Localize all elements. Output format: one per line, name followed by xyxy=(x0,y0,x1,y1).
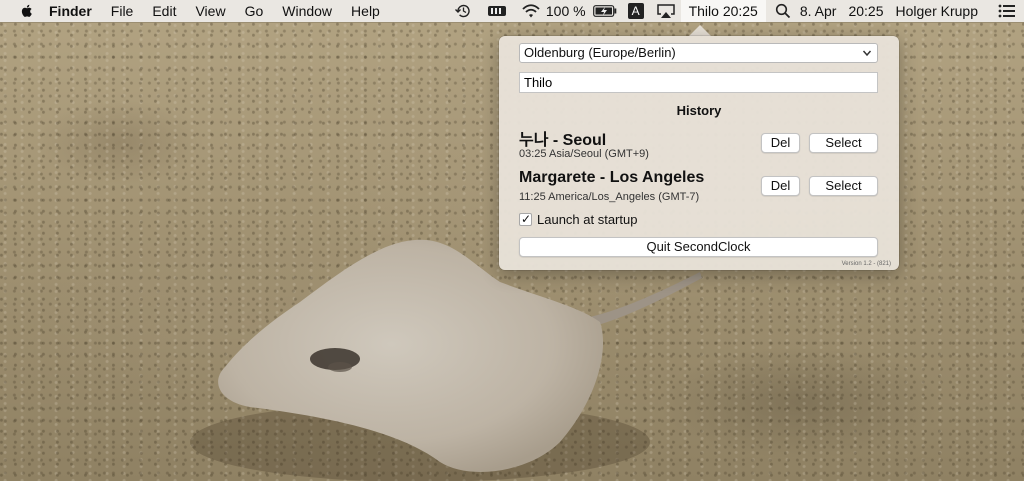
menu-go[interactable]: Go xyxy=(245,0,264,22)
name-input[interactable] xyxy=(519,72,878,93)
menubar-time[interactable]: 20:25 xyxy=(848,0,895,22)
menu-edit[interactable]: Edit xyxy=(152,0,176,22)
secondclock-menu-item[interactable]: Thilo 20:25 xyxy=(680,0,766,22)
history-entry: 누나 - Seoul 03:25 Asia/Seoul (GMT+9) Del … xyxy=(519,126,879,166)
launch-at-startup-row[interactable]: ✓ Launch at startup xyxy=(519,212,637,227)
menu-help[interactable]: Help xyxy=(351,0,380,22)
input-source-letter: A xyxy=(627,3,644,19)
popover-arrow xyxy=(689,25,711,36)
menu-view[interactable]: View xyxy=(195,0,225,22)
history-entry-name: Margarete - Los Angeles xyxy=(519,169,705,186)
history-entry-detail: 11:25 America/Los_Angeles (GMT-7) xyxy=(519,191,700,203)
delete-button[interactable]: Del xyxy=(761,133,800,153)
notification-center-icon[interactable] xyxy=(990,0,1024,22)
spotlight-search-icon[interactable] xyxy=(766,0,800,22)
delete-button[interactable]: Del xyxy=(761,176,800,196)
battery-charging-icon[interactable] xyxy=(589,0,621,22)
chevron-down-icon xyxy=(862,50,872,57)
select-button[interactable]: Select xyxy=(809,133,878,153)
battery-percent[interactable]: 100 % xyxy=(546,0,589,22)
history-entry-detail: 03:25 Asia/Seoul (GMT+9) xyxy=(519,148,649,160)
memory-chip-icon[interactable] xyxy=(478,0,516,22)
menu-window[interactable]: Window xyxy=(282,0,332,22)
history-heading: History xyxy=(676,103,722,118)
menu-bar: Finder File Edit View Go Window Help 100… xyxy=(0,0,1024,22)
history-entry: Margarete - Los Angeles 11:25 America/Lo… xyxy=(519,169,879,209)
launch-at-startup-checkbox[interactable]: ✓ xyxy=(519,213,532,226)
menu-file[interactable]: File xyxy=(111,0,134,22)
secondclock-popover: Oldenburg (Europe/Berlin) History 누나 - S… xyxy=(499,36,899,270)
checkmark-icon: ✓ xyxy=(521,212,532,226)
menu-app-finder[interactable]: Finder xyxy=(49,0,92,22)
menubar-date[interactable]: 8. Apr xyxy=(800,0,849,22)
time-machine-icon[interactable] xyxy=(448,0,478,22)
apple-icon[interactable] xyxy=(19,3,35,19)
timezone-select[interactable]: Oldenburg (Europe/Berlin) xyxy=(519,43,878,63)
select-button[interactable]: Select xyxy=(809,176,878,196)
menubar-user[interactable]: Holger Krupp xyxy=(896,0,991,22)
timezone-select-value: Oldenburg (Europe/Berlin) xyxy=(524,45,676,60)
quit-button[interactable]: Quit SecondClock xyxy=(519,237,878,257)
history-entry-name: 누나 - Seoul xyxy=(519,132,607,149)
wifi-icon[interactable] xyxy=(516,0,546,22)
input-source-icon[interactable]: A xyxy=(621,0,651,22)
launch-at-startup-label[interactable]: Launch at startup xyxy=(537,212,637,227)
airplay-icon[interactable] xyxy=(651,0,681,22)
secondclock-label: Thilo 20:25 xyxy=(688,3,758,19)
version-label: Version 1.2 - (821) xyxy=(841,261,891,267)
